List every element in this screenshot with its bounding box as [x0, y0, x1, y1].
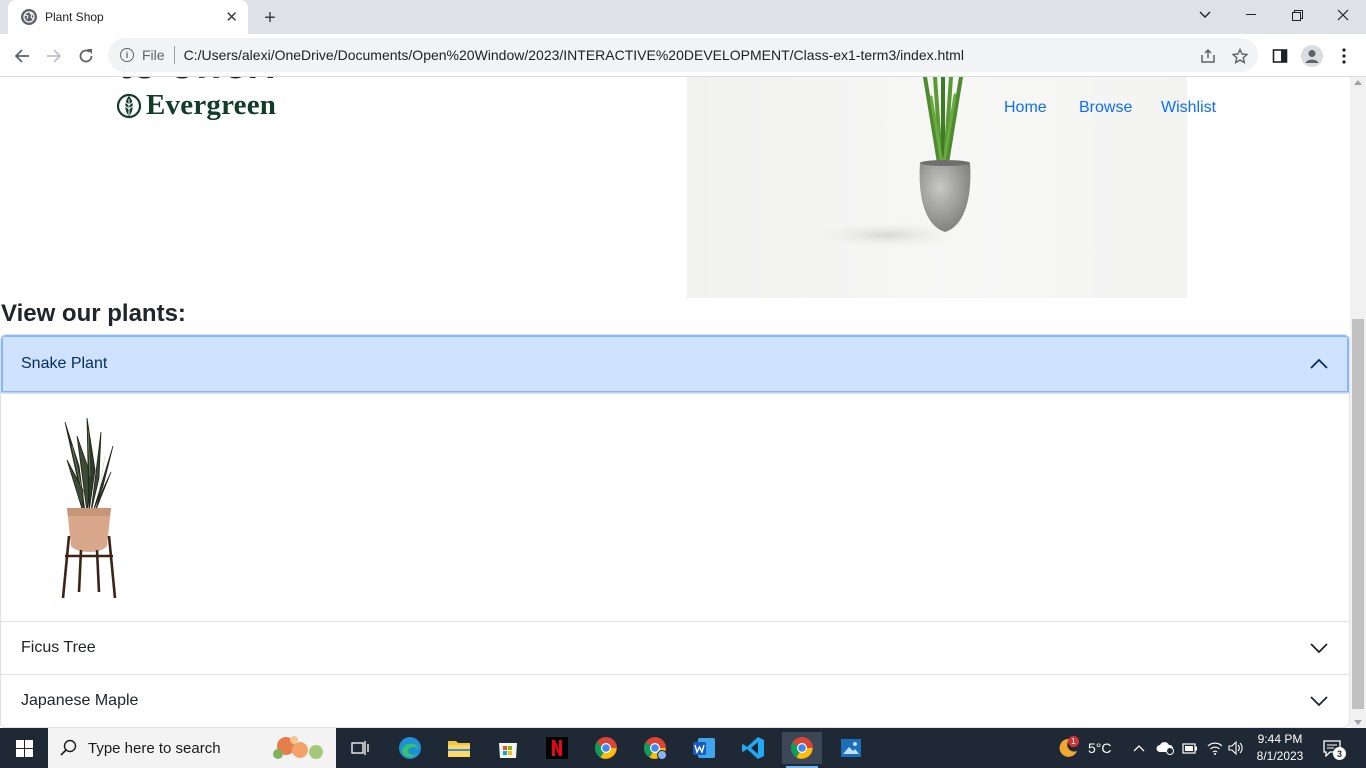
chevron-up-icon — [1310, 358, 1328, 369]
wifi-icon[interactable] — [1207, 728, 1223, 768]
section-title: View our plants: — [1, 300, 186, 327]
weather-badge: 1 — [1068, 736, 1079, 747]
restore-icon[interactable] — [1274, 0, 1320, 30]
profile-avatar-icon[interactable] — [1298, 42, 1326, 70]
browser-tab[interactable]: Plant Shop ✕ — [8, 0, 248, 34]
tab-search-icon[interactable] — [1182, 0, 1228, 30]
accordion-label: Snake Plant — [21, 355, 108, 372]
scroll-down-arrow-icon[interactable] — [1354, 720, 1362, 725]
windows-taskbar: Type here to search 1 5°C 9:44 PM 8/1/20… — [0, 728, 1366, 768]
search-placeholder: Type here to search — [88, 739, 221, 757]
microsoft-store-icon[interactable] — [488, 732, 528, 764]
battery-icon[interactable] — [1182, 728, 1198, 768]
clock-date: 8/1/2023 — [1256, 749, 1304, 763]
onedrive-sync-icon[interactable] — [1156, 728, 1174, 768]
chrome-profile-icon[interactable] — [635, 732, 675, 764]
globe-icon — [21, 9, 37, 25]
accordion-label: Japanese Maple — [21, 692, 139, 709]
reload-icon[interactable] — [72, 42, 100, 70]
plants-accordion: Snake Plant Ficus Tree Japanese Maple — [0, 334, 1350, 728]
forward-icon[interactable] — [40, 42, 68, 70]
edge-browser-icon[interactable] — [390, 732, 430, 764]
chrome-icon[interactable] — [586, 732, 626, 764]
vscode-icon[interactable] — [733, 732, 773, 764]
page-scrollbar[interactable] — [1350, 77, 1366, 728]
scroll-up-arrow-icon[interactable] — [1354, 80, 1362, 85]
omnibox-divider — [173, 46, 175, 64]
back-icon[interactable] — [8, 42, 36, 70]
new-tab-icon[interactable]: + — [258, 6, 282, 30]
chevron-down-icon — [1310, 643, 1328, 654]
tab-title: Plant Shop — [45, 10, 104, 24]
site-info-icon[interactable]: i — [120, 48, 134, 62]
share-icon[interactable] — [1194, 42, 1222, 70]
weather-temp: 5°C — [1088, 740, 1112, 756]
netflix-icon[interactable] — [537, 732, 577, 764]
brand-name: Evergreen — [146, 89, 277, 121]
chevron-down-icon — [1310, 696, 1328, 707]
accordion-header-ficus-tree[interactable]: Ficus Tree — [1, 621, 1349, 674]
task-view-icon[interactable] — [340, 732, 380, 764]
chrome-active-icon[interactable] — [782, 732, 822, 768]
browser-toolbar: i File C:/Users/alexi/OneDrive/Documents… — [0, 34, 1366, 77]
url-text: C:/Users/alexi/OneDrive/Documents/Open%2… — [183, 47, 964, 63]
volume-icon[interactable] — [1228, 728, 1244, 768]
word-icon[interactable] — [684, 732, 724, 764]
minimize-icon[interactable] — [1228, 0, 1274, 30]
snake-plant-image — [61, 417, 117, 599]
url-scheme-label: File — [142, 47, 165, 63]
search-highlight-icon — [273, 736, 323, 759]
taskbar-search-box[interactable]: Type here to search — [48, 728, 336, 768]
accordion-header-snake-plant[interactable]: Snake Plant — [1, 335, 1349, 393]
side-panel-icon[interactable] — [1266, 42, 1294, 70]
show-hidden-icons-icon[interactable] — [1133, 728, 1145, 768]
search-icon — [60, 739, 77, 756]
brand-logo[interactable]: Evergreen — [116, 89, 276, 122]
weather-widget[interactable]: 1 5°C — [1056, 728, 1112, 768]
menu-dots-icon[interactable] — [1330, 42, 1358, 70]
system-clock[interactable]: 9:44 PM 8/1/2023 — [1248, 731, 1312, 765]
tab-strip: Plant Shop ✕ + — [0, 0, 1366, 34]
clock-time: 9:44 PM — [1257, 732, 1303, 746]
page-viewport: to offer! Evergreen — [0, 77, 1350, 728]
bookmark-star-icon[interactable] — [1226, 42, 1254, 70]
accordion-label: Ficus Tree — [21, 639, 96, 656]
notifications-icon[interactable]: 3 — [1322, 728, 1346, 768]
accordion-body-snake-plant — [1, 393, 1349, 621]
nav-browse-link[interactable]: Browse — [1079, 99, 1132, 117]
accordion-header-japanese-maple[interactable]: Japanese Maple — [1, 674, 1349, 727]
nav-wishlist-link[interactable]: Wishlist — [1161, 99, 1216, 117]
windows-start-icon[interactable] — [0, 728, 48, 768]
photos-icon[interactable] — [831, 732, 871, 764]
address-bar[interactable]: i File C:/Users/alexi/OneDrive/Documents… — [108, 38, 1258, 72]
nav-home-link[interactable]: Home — [1004, 99, 1047, 117]
leaf-icon — [116, 93, 142, 118]
close-tab-icon[interactable]: ✕ — [225, 8, 238, 26]
notification-count-badge: 3 — [1333, 747, 1346, 760]
scrollbar-thumb[interactable] — [1352, 319, 1364, 709]
file-explorer-icon[interactable] — [439, 732, 479, 764]
close-window-icon[interactable] — [1320, 0, 1366, 30]
hero-heading: to offer! — [118, 77, 278, 88]
